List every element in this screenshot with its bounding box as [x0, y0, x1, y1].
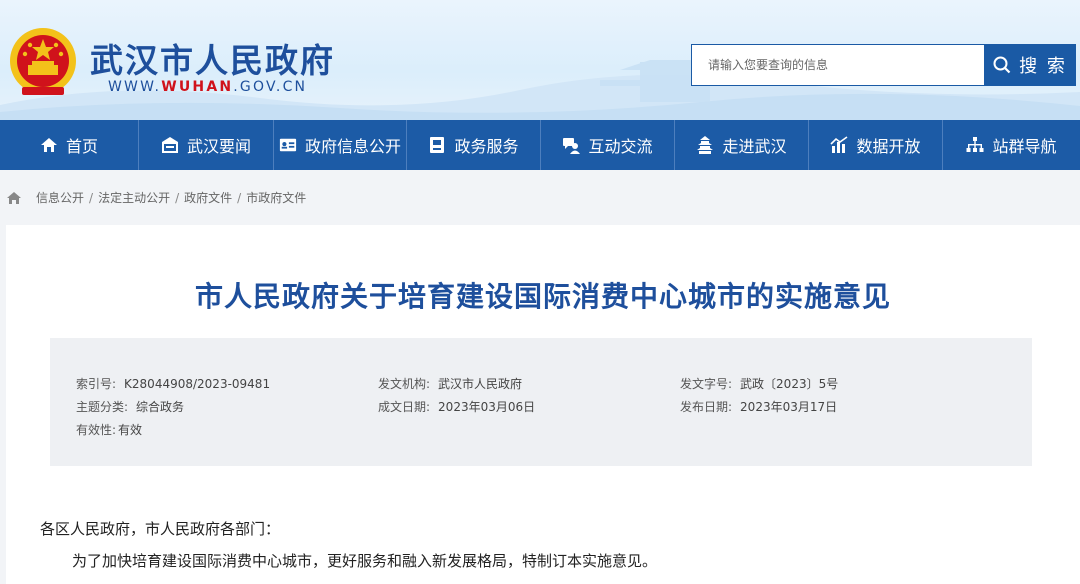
nav-item-open-data[interactable]: 数据开放: [809, 120, 943, 170]
nav-item-home[interactable]: 首页: [0, 120, 139, 170]
meta-value: 武政〔2023〕5号: [740, 377, 839, 391]
nav-item-label: 政府信息公开: [304, 137, 401, 156]
meta-value: 有效: [118, 423, 143, 437]
meta-published-date: 发布日期: 2023年03月17日: [680, 398, 837, 415]
site-url[interactable]: WWW.WUHAN.GOV.CN: [108, 79, 307, 95]
chart-icon: [830, 136, 848, 153]
nav-item-label: 首页: [65, 137, 98, 156]
service-icon: [430, 137, 445, 153]
meta-label: 索引号:: [76, 377, 117, 391]
home-icon: [40, 138, 57, 152]
tower-icon: [697, 136, 714, 154]
meta-value: 综合政务: [136, 400, 185, 414]
site-header: 武汉市人民政府 WWW.WUHAN.GOV.CN 搜 索: [0, 0, 1080, 120]
nav-item-wuhan-news[interactable]: 武汉要闻: [139, 120, 274, 170]
article-paragraph: 为了加快培育建设国际消费中心城市，更好服务和融入新发展格局，特制订本实施意见。: [72, 552, 658, 570]
article-salutation: 各区人民政府，市人民政府各部门：: [40, 520, 281, 538]
nav-item-gov-info[interactable]: 政府信息公开: [274, 120, 407, 170]
meta-label: 主题分类:: [76, 400, 129, 414]
nav-item-interaction[interactable]: 互动交流: [541, 120, 675, 170]
meta-label: 发文字号:: [680, 377, 733, 391]
meta-row: 主题分类: 综合政务 成文日期: 2023年03月06日 发布日期: 2023年03月…: [50, 398, 1032, 418]
search-input[interactable]: [692, 45, 984, 85]
meta-value: K28044908/2023-09481: [124, 377, 271, 391]
nav-item-label: 走进武汉: [722, 137, 787, 156]
meta-label: 发布日期:: [680, 400, 733, 414]
nav-item-label: 站群导航: [992, 137, 1057, 156]
breadcrumb-item[interactable]: 法定主动公开: [98, 189, 170, 206]
nav-item-visit-wuhan[interactable]: 走进武汉: [675, 120, 809, 170]
breadcrumb-item[interactable]: 政府文件: [184, 189, 232, 206]
meta-index: 索引号: K28044908/2023-09481: [76, 375, 270, 392]
search-box: [691, 44, 985, 86]
meta-label: 有效性:: [76, 423, 117, 437]
meta-created-date: 成文日期: 2023年03月06日: [378, 398, 535, 415]
meta-row: 有效性: 有效: [50, 421, 1032, 441]
breadcrumb-item[interactable]: 信息公开: [36, 189, 84, 206]
site-url-prefix: WWW.: [108, 79, 162, 95]
breadcrumb-separator: /: [89, 190, 94, 205]
article-title: 市人民政府关于培育建设国际消费中心城市的实施意见: [194, 280, 891, 313]
site-name[interactable]: 武汉市人民政府: [90, 34, 335, 82]
document-meta-panel: 索引号: K28044908/2023-09481 发文机构: 武汉市人民政府 发文…: [50, 338, 1032, 466]
breadcrumb-item[interactable]: 市政府文件: [246, 189, 306, 206]
main-nav: 首页 武汉要闻 政府信息公开 政务服务 互动交流 走进武汉 数据开放 站群导航: [0, 120, 1080, 170]
search-icon: [993, 56, 1011, 74]
site-url-highlight: WUHAN: [161, 79, 234, 95]
meta-value: 2023年03月06日: [438, 400, 536, 414]
article-container: 市人民政府关于培育建设国际消费中心城市的实施意见 索引号: K28044908/2…: [6, 225, 1080, 584]
breadcrumb-separator: /: [175, 190, 180, 205]
meta-issuer: 发文机构: 武汉市人民政府: [378, 375, 522, 392]
meta-value: 武汉市人民政府: [438, 377, 523, 391]
search-button[interactable]: 搜 索: [984, 44, 1076, 86]
meta-label: 成文日期:: [378, 400, 431, 414]
meta-validity: 有效性: 有效: [76, 421, 142, 438]
breadcrumb-separator: /: [237, 190, 242, 205]
search-button-label: 搜 索: [1019, 56, 1067, 77]
national-emblem-icon: [10, 28, 76, 95]
nav-item-label: 数据开放: [856, 137, 921, 156]
nav-item-gov-service[interactable]: 政务服务: [407, 120, 541, 170]
site-url-suffix: .GOV.CN: [233, 79, 308, 95]
nav-item-label: 互动交流: [588, 137, 653, 156]
meta-row: 索引号: K28044908/2023-09481 发文机构: 武汉市人民政府 发文…: [50, 375, 1032, 395]
breadcrumb: 信息公开 / 法定主动公开 / 政府文件 / 市政府文件: [6, 189, 306, 206]
meta-category: 主题分类: 综合政务: [76, 398, 184, 415]
nav-item-label: 武汉要闻: [186, 137, 251, 156]
home-icon[interactable]: [6, 191, 22, 205]
nav-item-site-nav[interactable]: 站群导航: [943, 120, 1080, 170]
news-icon: [161, 137, 178, 153]
nav-item-label: 政务服务: [454, 137, 519, 156]
interaction-icon: [563, 138, 581, 154]
sitemap-icon: [966, 137, 984, 152]
meta-label: 发文机构:: [378, 377, 431, 391]
meta-doc-no: 发文字号: 武政〔2023〕5号: [680, 375, 838, 392]
info-card-icon: [279, 138, 297, 152]
meta-value: 2023年03月17日: [740, 400, 838, 414]
